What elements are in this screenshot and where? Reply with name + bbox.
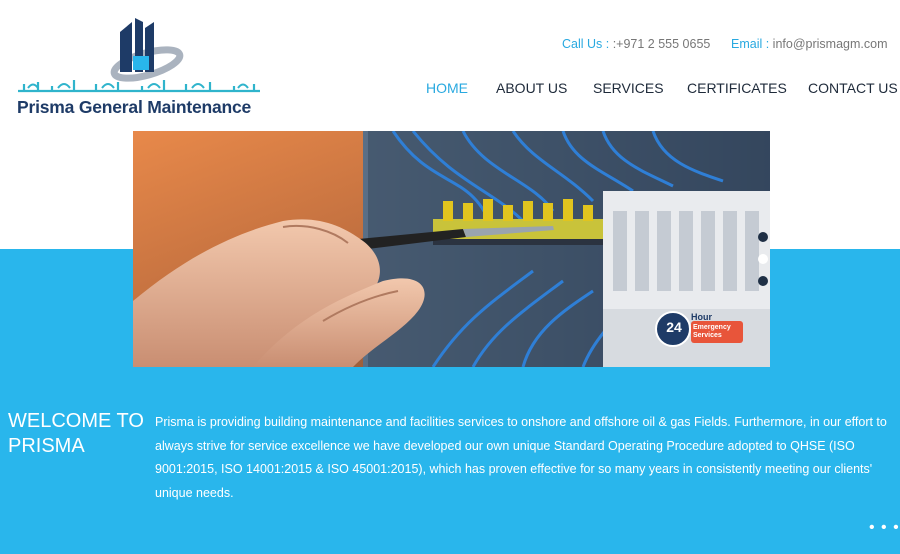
welcome-title: WELCOME TO PRISMA xyxy=(8,410,144,457)
welcome-paragraph: Prisma is providing building maintenance… xyxy=(155,415,887,500)
logo[interactable]: Prisma General Maintenance xyxy=(14,14,266,120)
email-address[interactable]: info@prismagm.com xyxy=(769,37,888,51)
phone-number[interactable]: :+971 2 555 0655 xyxy=(609,37,711,51)
nav-about-us[interactable]: ABOUT US xyxy=(496,80,567,96)
emergency-badge-number: 24 xyxy=(666,319,682,335)
slider-dot-2[interactable] xyxy=(758,254,768,264)
nav-services[interactable]: SERVICES xyxy=(593,80,664,96)
nav-contact-us[interactable]: CONTACT US xyxy=(808,80,898,96)
nav-home[interactable]: HOME xyxy=(426,80,468,96)
slider-dot-1[interactable] xyxy=(758,232,768,242)
slider-dot-3[interactable] xyxy=(758,276,768,286)
phone-contact[interactable]: Call Us : :+971 2 555 0655 xyxy=(562,37,710,51)
email-label: Email : xyxy=(731,37,770,51)
emergency-badge-word: Hour xyxy=(691,312,712,322)
nav-certificates[interactable]: CERTIFICATES xyxy=(687,80,787,96)
more-dots-icon[interactable]: • • • xyxy=(869,519,900,537)
email-contact[interactable]: Email : info@prismagm.com xyxy=(731,37,887,51)
hero-slider[interactable]: 24 Hour Emergency Services xyxy=(133,131,770,367)
emergency-badge-text: Emergency Services xyxy=(693,324,731,339)
logo-text: Prisma General Maintenance xyxy=(17,97,252,117)
call-label: Call Us : xyxy=(562,37,610,51)
